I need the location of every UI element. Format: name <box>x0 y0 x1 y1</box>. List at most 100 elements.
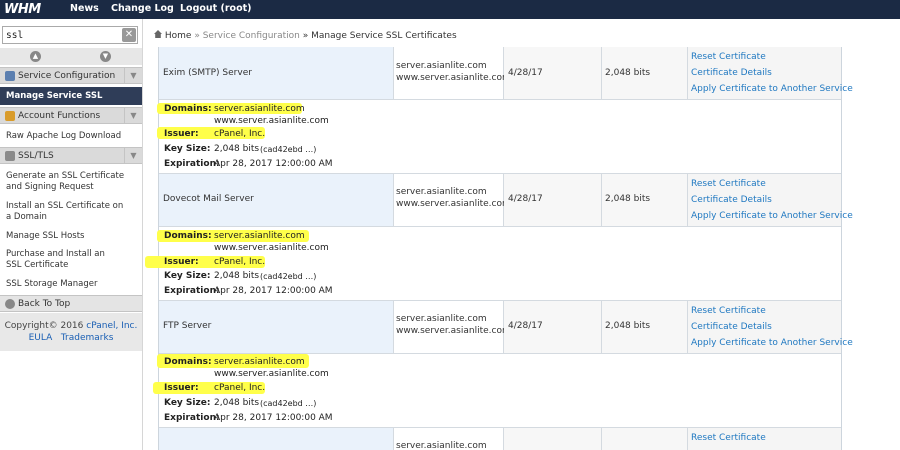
category-label: Service Configuration <box>18 71 116 81</box>
cpanel-link[interactable]: cPanel, Inc. <box>86 321 137 331</box>
home-icon[interactable] <box>154 30 162 38</box>
certificate-details-link[interactable]: Certificate Details <box>691 68 772 78</box>
category-label: SSL/TLS <box>18 151 54 161</box>
search-box: ✕ <box>2 26 138 44</box>
bits-cell: 2,048 bits <box>602 301 688 353</box>
bits-cell <box>602 428 688 450</box>
sidebar-item-raw-apache-log[interactable]: Raw Apache Log Download <box>0 131 142 142</box>
hosts-cell: server.asianlite.com www.server.asianlit… <box>394 174 511 226</box>
domains-label: Domains: <box>164 357 212 367</box>
keysize-value: 2,048 bits <box>214 144 260 154</box>
sidebar-item-generate-ssl[interactable]: Generate an SSL Certificate and Signing … <box>0 171 130 193</box>
service-certificates-table: Exim (SMTP) Server server.asianlite.com … <box>145 47 853 450</box>
category-service-configuration[interactable]: Service Configuration ▼ <box>0 67 142 84</box>
chevron-down-icon[interactable]: ▼ <box>124 68 142 83</box>
trademarks-link[interactable]: Trademarks <box>61 333 114 343</box>
host-name: server.asianlite.com <box>396 314 487 324</box>
expiration-label: Expiration: <box>164 413 220 423</box>
reset-certificate-link[interactable]: Reset Certificate <box>691 52 766 62</box>
clear-search-icon[interactable]: ✕ <box>122 28 136 42</box>
date-cell <box>504 428 602 450</box>
category-account-functions[interactable]: Account Functions ▼ <box>0 107 142 124</box>
service-cell: FTP Server <box>159 301 394 353</box>
back-to-top-button[interactable]: Back To Top <box>0 295 142 312</box>
host-name: server.asianlite.com <box>396 61 487 71</box>
top-bar: WHM News Change Log Logout (root) <box>0 0 900 19</box>
collapse-all-icon[interactable]: ▲ <box>30 51 41 62</box>
table-row: server.asianlite.com Reset Certificate <box>159 428 841 450</box>
table-row: FTP Server server.asianlite.com www.serv… <box>159 301 853 354</box>
apply-certificate-link[interactable]: Apply Certificate to Another Service <box>691 211 853 221</box>
service-name: FTP Server <box>163 321 212 331</box>
apply-certificate-link[interactable]: Apply Certificate to Another Service <box>691 338 853 348</box>
sidebar-item-install-ssl[interactable]: Install an SSL Certificate on a Domain <box>0 201 125 223</box>
date-cell: 4/28/17 <box>504 301 602 353</box>
breadcrumb-separator: » <box>302 31 309 41</box>
issuer-label: Issuer: <box>164 257 199 267</box>
chevron-down-icon[interactable]: ▼ <box>124 108 142 123</box>
breadcrumb-section[interactable]: Service Configuration <box>203 31 300 41</box>
reset-certificate-link[interactable]: Reset Certificate <box>691 179 766 189</box>
service-cell <box>159 428 394 450</box>
date-cell: 4/28/17 <box>504 174 602 226</box>
copyright-footer: Copyright© 2016 cPanel, Inc. EULA Tradem… <box>0 313 142 351</box>
key-id: (cad42ebd …) <box>260 399 317 408</box>
actions-cell: Reset Certificate <box>688 428 841 450</box>
expand-all-icon[interactable]: ▼ <box>100 51 111 62</box>
domains-label: Domains: <box>164 231 212 241</box>
service-cell: Dovecot Mail Server <box>159 174 394 226</box>
host-name: www.server.asianlite.com <box>396 73 511 83</box>
search-input[interactable] <box>6 29 116 42</box>
key-id: (cad42ebd …) <box>260 272 317 281</box>
sidebar-item-ssl-storage[interactable]: SSL Storage Manager <box>0 279 142 290</box>
service-name: Dovecot Mail Server <box>163 194 254 204</box>
hosts-cell: server.asianlite.com www.server.asianlit… <box>394 301 511 353</box>
nav-change-log[interactable]: Change Log <box>111 0 174 19</box>
keysize-label: Key Size: <box>164 398 211 408</box>
key-bits: 2,048 bits <box>605 68 651 78</box>
key-bits: 2,048 bits <box>605 321 651 331</box>
expiration-label: Expiration: <box>164 159 220 169</box>
expiration-value: Apr 28, 2017 12:00:00 AM <box>214 159 333 169</box>
bits-cell: 2,048 bits <box>602 47 688 99</box>
keysize-value: 2,048 bits <box>214 398 260 408</box>
sidebar-item-manage-ssl-hosts[interactable]: Manage SSL Hosts <box>0 231 142 242</box>
breadcrumb: Home » Service Configuration » Manage Se… <box>154 30 457 42</box>
expiry-date: 4/28/17 <box>508 68 543 78</box>
category-ssl-tls[interactable]: SSL/TLS ▼ <box>0 147 142 164</box>
issuer-label: Issuer: <box>164 129 199 139</box>
host-name: server.asianlite.com <box>396 187 487 197</box>
domain-value: server.asianlite.com <box>214 357 305 367</box>
collapse-controls: ▲ ▼ <box>0 48 142 65</box>
arrow-up-icon <box>5 299 15 309</box>
breadcrumb-separator: » <box>194 31 200 41</box>
certificate-details-link[interactable]: Certificate Details <box>691 322 772 332</box>
copyright-text: Copyright© 2016 <box>4 321 84 331</box>
breadcrumb-home[interactable]: Home <box>165 31 192 41</box>
lock-icon <box>5 151 15 161</box>
expiry-date: 4/28/17 <box>508 194 543 204</box>
reset-certificate-link[interactable]: Reset Certificate <box>691 306 766 316</box>
actions-cell: Reset Certificate Certificate Details Ap… <box>688 301 853 353</box>
apply-certificate-link[interactable]: Apply Certificate to Another Service <box>691 84 853 94</box>
eula-link[interactable]: EULA <box>29 333 53 343</box>
category-label: Account Functions <box>18 111 101 121</box>
domains-label: Domains: <box>164 104 212 114</box>
sidebar-item-purchase-ssl[interactable]: Purchase and Install an SSL Certificate <box>0 249 115 271</box>
chevron-down-icon[interactable]: ▼ <box>124 148 142 163</box>
issuer-label: Issuer: <box>164 383 199 393</box>
hosts-cell: server.asianlite.com <box>394 428 504 450</box>
whm-logo[interactable]: WHM <box>4 1 58 18</box>
nav-news[interactable]: News <box>70 0 99 19</box>
domain-value: www.server.asianlite.com <box>214 116 329 126</box>
nav-logout[interactable]: Logout (root) <box>180 0 251 19</box>
sidebar-item-manage-service-ssl[interactable]: Manage Service SSL Certificates <box>0 87 142 119</box>
key-id: (cad42ebd …) <box>260 145 317 154</box>
reset-certificate-link[interactable]: Reset Certificate <box>691 433 766 443</box>
table-row: Exim (SMTP) Server server.asianlite.com … <box>159 47 853 100</box>
domain-value: server.asianlite.com <box>214 104 305 114</box>
expiration-value: Apr 28, 2017 12:00:00 AM <box>214 286 333 296</box>
hosts-cell: server.asianlite.com www.server.asianlit… <box>394 47 511 99</box>
certificate-details-link[interactable]: Certificate Details <box>691 195 772 205</box>
date-cell: 4/28/17 <box>504 47 602 99</box>
